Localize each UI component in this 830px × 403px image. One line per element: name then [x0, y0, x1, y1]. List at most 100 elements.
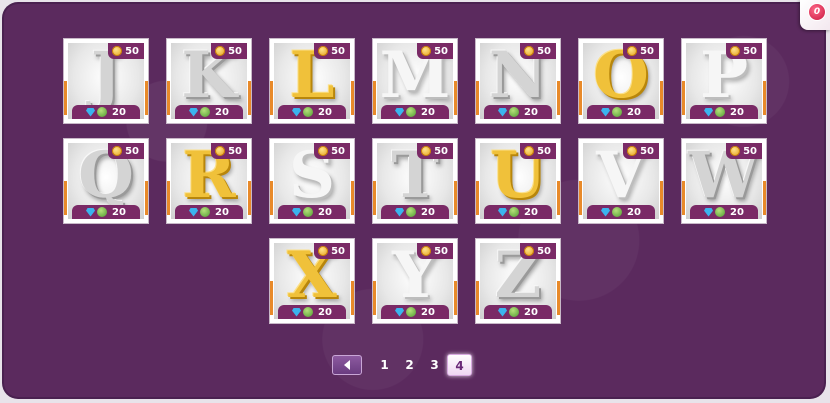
letter-tile-w[interactable]: W 50 20	[682, 139, 766, 223]
gem-price-value: 20	[627, 206, 641, 218]
diamond-icon	[395, 207, 405, 217]
clover-icon	[612, 207, 623, 217]
clover-icon	[97, 107, 108, 117]
gem-price: 20	[278, 105, 346, 119]
tile-background: Y 50 20	[377, 243, 453, 319]
diamond-icon	[395, 307, 405, 317]
gem-price-value: 20	[318, 206, 332, 218]
page-link-4-current[interactable]: 4	[447, 353, 472, 376]
tile-edge	[454, 281, 457, 315]
gem-price-value: 20	[524, 206, 538, 218]
coin-price-value: 50	[125, 45, 139, 57]
letter-tile-p[interactable]: P 50 20	[682, 39, 766, 123]
tile-background: L 50 20	[274, 43, 350, 119]
letter-tile-y[interactable]: Y 50 20	[373, 239, 457, 323]
gem-price: 20	[278, 205, 346, 219]
diamond-icon	[292, 207, 302, 217]
tile-edge	[476, 281, 479, 315]
tile-edge	[454, 81, 457, 115]
tile-edge	[682, 181, 685, 215]
gem-price-value: 20	[215, 106, 229, 118]
coin-price-value: 50	[537, 45, 551, 57]
letter-tile-o[interactable]: O 50 20	[579, 39, 663, 123]
coin-icon	[524, 146, 535, 156]
gem-price: 20	[690, 205, 758, 219]
coin-price: 50	[623, 143, 659, 159]
clover-icon	[612, 107, 623, 117]
page-link-1[interactable]: 1	[372, 358, 397, 372]
letter-tile-v[interactable]: V 50 20	[579, 139, 663, 223]
letter-tile-r[interactable]: R 50 20	[167, 139, 251, 223]
tile-edge	[660, 181, 663, 215]
gem-price-value: 20	[524, 306, 538, 318]
letter-tile-j[interactable]: J 50 20	[64, 39, 148, 123]
tile-edge	[557, 181, 560, 215]
tile-edge	[270, 181, 273, 215]
diamond-icon	[86, 107, 96, 117]
tile-background: P 50 20	[686, 43, 762, 119]
tile-edge	[763, 181, 766, 215]
page-link-3[interactable]: 3	[422, 358, 447, 372]
coin-price: 50	[623, 43, 659, 59]
notification-badge[interactable]: 0	[800, 0, 830, 30]
tile-edge	[579, 181, 582, 215]
gem-price-value: 20	[524, 106, 538, 118]
coin-price-value: 50	[537, 245, 551, 257]
letter-tile-s[interactable]: S 50 20	[270, 139, 354, 223]
coin-price-value: 50	[743, 145, 757, 157]
letter-tile-m[interactable]: M 50 20	[373, 39, 457, 123]
clover-icon	[200, 207, 211, 217]
letter-tile-x[interactable]: X 50 20	[270, 239, 354, 323]
diamond-icon	[498, 107, 508, 117]
gem-price-value: 20	[627, 106, 641, 118]
tile-background: T 50 20	[377, 143, 453, 219]
diamond-icon	[704, 107, 714, 117]
coin-price: 50	[417, 243, 453, 259]
diamond-icon	[498, 207, 508, 217]
coin-price-value: 50	[331, 45, 345, 57]
coin-icon	[730, 46, 741, 56]
letter-tile-l[interactable]: L 50 20	[270, 39, 354, 123]
tile-edge	[660, 81, 663, 115]
diamond-icon	[189, 107, 199, 117]
coin-price: 50	[314, 243, 350, 259]
page-link-2[interactable]: 2	[397, 358, 422, 372]
letter-tile-z[interactable]: Z 50 20	[476, 239, 560, 323]
coin-price: 50	[520, 43, 556, 59]
letter-tile-k[interactable]: K 50 20	[167, 39, 251, 123]
tile-edge	[351, 281, 354, 315]
clover-icon	[406, 107, 417, 117]
letter-tile-n[interactable]: N 50 20	[476, 39, 560, 123]
tile-background: S 50 20	[274, 143, 350, 219]
diamond-icon	[189, 207, 199, 217]
coin-price-value: 50	[434, 245, 448, 257]
tile-edge	[373, 181, 376, 215]
coin-price: 50	[726, 43, 762, 59]
coin-icon	[318, 246, 329, 256]
tile-background: O 50 20	[583, 43, 659, 119]
tile-edge	[557, 81, 560, 115]
diamond-icon	[395, 107, 405, 117]
gem-price: 20	[381, 305, 449, 319]
coin-icon	[112, 46, 123, 56]
coin-price: 50	[726, 143, 762, 159]
letter-tile-u[interactable]: U 50 20	[476, 139, 560, 223]
coin-price-value: 50	[537, 145, 551, 157]
gem-price: 20	[690, 105, 758, 119]
tile-edge	[248, 81, 251, 115]
diamond-icon	[498, 307, 508, 317]
letter-tile-t[interactable]: T 50 20	[373, 139, 457, 223]
chevron-left-icon	[344, 359, 350, 370]
coin-price: 50	[314, 43, 350, 59]
letter-tile-q[interactable]: Q 50 20	[64, 139, 148, 223]
coin-price-value: 50	[640, 145, 654, 157]
coin-price: 50	[520, 243, 556, 259]
clover-icon	[303, 207, 314, 217]
tile-background: N 50 20	[480, 43, 556, 119]
coin-price: 50	[211, 143, 247, 159]
gem-price: 20	[72, 205, 140, 219]
gem-price: 20	[587, 205, 655, 219]
prev-page-button[interactable]	[332, 354, 362, 375]
coin-icon	[215, 46, 226, 56]
clover-icon	[303, 107, 314, 117]
